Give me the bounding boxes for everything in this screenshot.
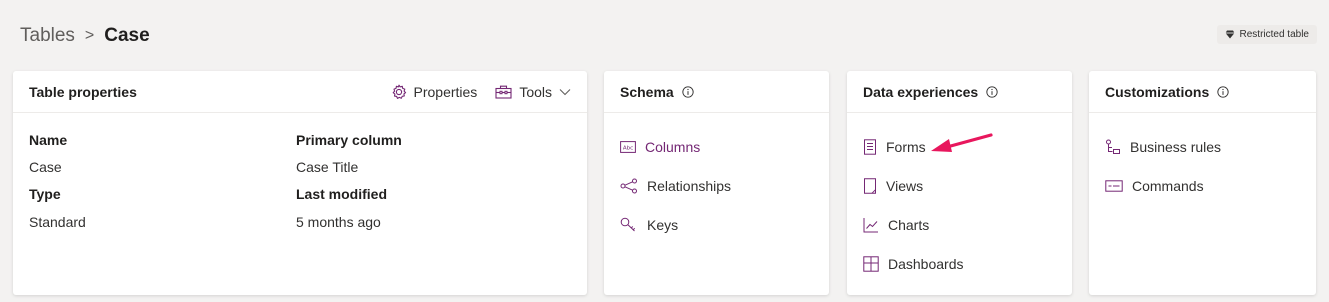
table-properties-title: Table properties xyxy=(29,83,137,100)
primary-column-value: Case Title xyxy=(296,159,359,175)
keys-icon xyxy=(620,217,636,231)
data-experiences-card: Data experiences Forms Views Charts Dash… xyxy=(847,71,1072,295)
breadcrumb-separator: > xyxy=(84,27,95,44)
data-experiences-header: Data experiences xyxy=(847,71,1072,113)
info-icon[interactable] xyxy=(1217,85,1229,98)
customizations-item-business-rules[interactable]: Business rules xyxy=(1105,127,1300,166)
breadcrumb: Tables > Case xyxy=(20,25,150,47)
schema-item-keys[interactable]: Keys xyxy=(620,205,813,244)
type-value: Standard xyxy=(29,214,86,230)
charts-icon xyxy=(863,217,878,232)
schema-item-label: Relationships xyxy=(647,177,732,194)
relationships-icon xyxy=(620,178,637,193)
schema-item-columns[interactable]: Abc Columns xyxy=(620,127,813,166)
tools-button-label: Tools xyxy=(519,83,552,100)
schema-item-label: Keys xyxy=(647,216,679,233)
restricted-table-badge: Restricted table xyxy=(1216,25,1317,44)
primary-column-label: Primary column xyxy=(296,132,402,148)
info-icon[interactable] xyxy=(682,85,694,98)
name-label: Name xyxy=(29,132,68,148)
properties-button[interactable]: Properties xyxy=(391,83,478,100)
gear-icon xyxy=(392,84,406,99)
schema-card: Schema Abc Columns Relationships Keys xyxy=(604,71,829,295)
table-properties-card: Table properties Properties Tools Name C… xyxy=(13,71,587,295)
data-experiences-item-label: Forms xyxy=(886,138,926,155)
customizations-item-label: Commands xyxy=(1132,177,1204,194)
business-rules-icon xyxy=(1106,139,1120,154)
properties-button-label: Properties xyxy=(413,83,478,100)
table-properties-header: Table properties Properties Tools xyxy=(13,71,587,113)
customizations-header: Customizations xyxy=(1089,71,1316,113)
commands-icon xyxy=(1105,179,1123,192)
last-modified-label: Last modified xyxy=(296,186,388,202)
tools-button[interactable]: Tools xyxy=(495,84,571,100)
schema-item-relationships[interactable]: Relationships xyxy=(620,166,813,205)
type-label: Type xyxy=(29,186,61,202)
forms-icon xyxy=(864,138,876,155)
data-experiences-item-label: Dashboards xyxy=(888,255,964,272)
info-icon[interactable] xyxy=(986,85,998,98)
name-value: Case xyxy=(29,159,62,175)
data-experiences-item-label: Views xyxy=(886,177,924,194)
diamond-icon xyxy=(1225,30,1235,39)
data-experiences-item-dashboards[interactable]: Dashboards xyxy=(863,244,1056,283)
svg-text:Abc: Abc xyxy=(623,145,633,151)
data-experiences-item-label: Charts xyxy=(888,216,930,233)
data-experiences-title: Data experiences xyxy=(863,83,979,100)
restricted-table-label: Restricted table xyxy=(1239,29,1309,40)
toolbox-icon xyxy=(495,85,512,99)
columns-icon: Abc xyxy=(620,140,636,153)
dashboards-icon xyxy=(863,255,879,272)
views-icon xyxy=(864,177,876,194)
schema-title: Schema xyxy=(620,83,674,100)
last-modified-value: 5 months ago xyxy=(296,214,381,230)
customizations-item-label: Business rules xyxy=(1130,138,1222,155)
breadcrumb-tables-link[interactable]: Tables xyxy=(20,25,75,47)
schema-header: Schema xyxy=(604,71,829,113)
customizations-title: Customizations xyxy=(1105,83,1210,100)
chevron-down-icon xyxy=(559,88,571,95)
schema-item-label: Columns xyxy=(645,138,701,155)
customizations-item-commands[interactable]: Commands xyxy=(1105,166,1300,205)
data-experiences-item-charts[interactable]: Charts xyxy=(863,205,1056,244)
breadcrumb-current: Case xyxy=(104,25,150,46)
data-experiences-item-views[interactable]: Views xyxy=(863,166,1056,205)
annotation-arrow-icon xyxy=(931,133,993,152)
customizations-card: Customizations Business rules Commands xyxy=(1089,71,1316,295)
